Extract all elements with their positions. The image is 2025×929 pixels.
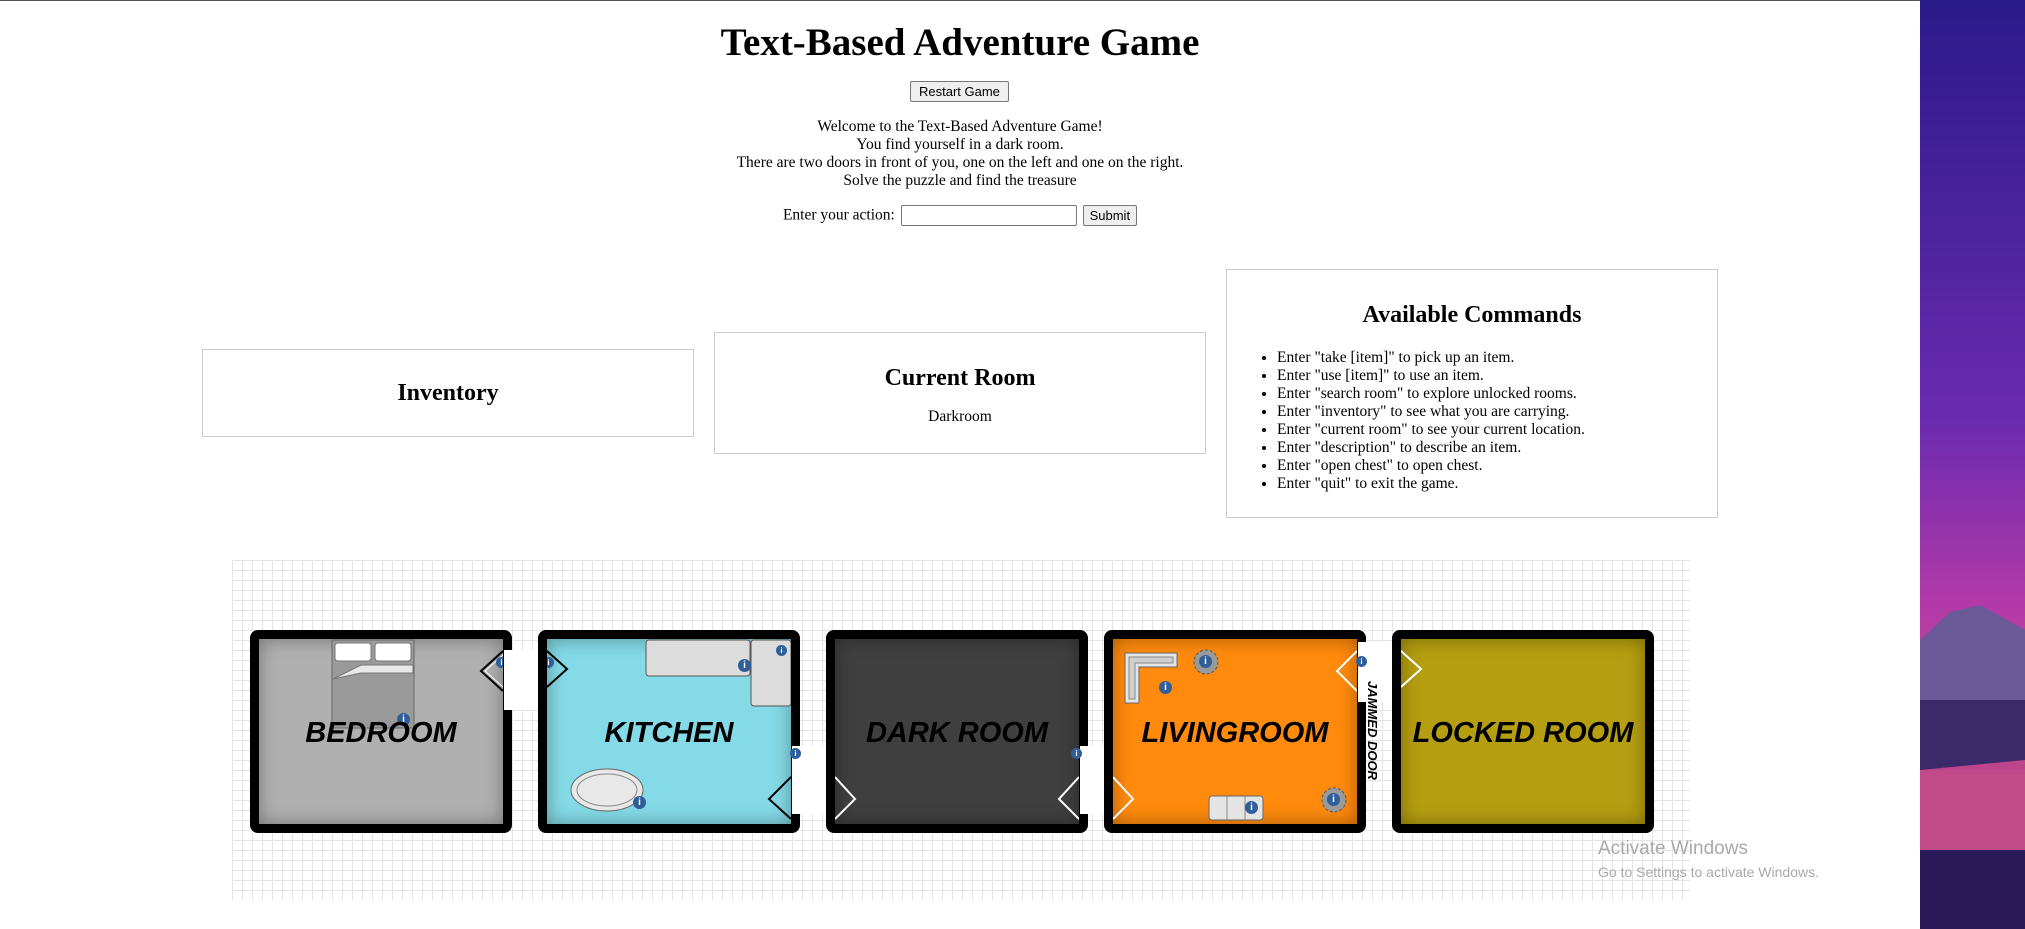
info-icon[interactable]: i <box>633 796 646 809</box>
info-icon[interactable]: i <box>738 659 751 672</box>
info-icon[interactable]: i <box>547 657 554 668</box>
room-label: DARK ROOM <box>865 717 1049 749</box>
door-swing-icon <box>547 650 569 688</box>
inventory-panel: Inventory <box>202 349 694 437</box>
command-item: Enter "inventory" to see what you are ca… <box>1277 403 1717 421</box>
door-swing-icon <box>479 650 503 692</box>
info-icon[interactable]: i <box>1245 801 1258 814</box>
room-livingroom[interactable]: i i i i LIVINGROOM <box>1104 630 1366 833</box>
watermark-subtitle: Go to Settings to activate Windows. <box>1598 864 1819 880</box>
room-label: LOCKED ROOM <box>1412 717 1634 749</box>
door-swing-icon <box>1335 650 1357 692</box>
inventory-title: Inventory <box>397 380 499 406</box>
room-label: LIVINGROOM <box>1141 717 1329 749</box>
restart-game-button[interactable]: Restart Game <box>910 81 1009 102</box>
intro-line: Solve the puzzle and find the treasure <box>843 172 1077 189</box>
activate-windows-watermark: Activate Windows Go to Settings to activ… <box>1598 838 1819 880</box>
page-title: Text-Based Adventure Game <box>720 21 1200 64</box>
top-border <box>0 0 1920 1</box>
info-icon[interactable]: i <box>1199 655 1212 668</box>
counter-icon <box>645 639 791 707</box>
submit-button[interactable]: Submit <box>1082 205 1138 226</box>
info-icon[interactable]: i <box>790 748 801 759</box>
command-item: Enter "use [item]" to use an item. <box>1277 367 1717 385</box>
info-icon[interactable]: i <box>776 645 787 656</box>
action-label: Enter your action: <box>782 206 895 224</box>
room-label: KITCHEN <box>604 717 734 749</box>
info-icon[interactable]: i <box>1327 793 1340 806</box>
action-form: Enter your action: Submit <box>0 205 1920 226</box>
commands-panel: Available Commands Enter "take [item]" t… <box>1226 269 1718 518</box>
intro-text: Welcome to the Text-Based Adventure Game… <box>0 118 1920 190</box>
command-item: Enter "search room" to explore unlocked … <box>1277 385 1717 403</box>
desktop-wallpaper <box>1920 0 2025 929</box>
info-icon[interactable]: i <box>1159 681 1172 694</box>
room-dark-room[interactable]: DARK ROOM <box>826 630 1088 833</box>
command-item: Enter "quit" to exit the game. <box>1277 475 1717 493</box>
room-kitchen[interactable]: i i i i KITCHEN <box>538 630 800 833</box>
watermark-title: Activate Windows <box>1598 838 1748 859</box>
intro-line: Welcome to the Text-Based Adventure Game… <box>817 118 1103 135</box>
command-item: Enter "description" to describe an item. <box>1277 439 1717 457</box>
door-swing-icon <box>767 776 791 820</box>
intro-line: There are two doors in front of you, one… <box>736 154 1184 171</box>
command-item: Enter "take [item]" to pick up an item. <box>1277 349 1717 367</box>
room-label: BEDROOM <box>305 717 457 749</box>
door-swing-icon <box>1057 776 1079 820</box>
current-room-value: Darkroom <box>928 408 992 425</box>
command-item: Enter "open chest" to open chest. <box>1277 457 1717 475</box>
jammed-door-label: JAMMED DOOR <box>1365 680 1380 780</box>
action-input[interactable] <box>900 205 1077 226</box>
door-swing-icon <box>1113 776 1135 820</box>
room-bedroom[interactable]: i i BEDROOM <box>250 630 512 833</box>
info-icon[interactable]: i <box>1071 748 1082 759</box>
info-icon[interactable]: i <box>1356 656 1367 667</box>
game-page: Text-Based Adventure Game Restart Game W… <box>0 0 1920 929</box>
command-item: Enter "current room" to see your current… <box>1277 421 1717 439</box>
room-locked-room[interactable]: LOCKED ROOM <box>1392 630 1654 833</box>
commands-list: Enter "take [item]" to pick up an item. … <box>1227 349 1717 493</box>
intro-line: You find yourself in a dark room. <box>856 136 1064 153</box>
current-room-panel: Current Room Darkroom <box>714 332 1206 454</box>
sofa-icon <box>1124 652 1178 704</box>
commands-title: Available Commands <box>1362 302 1582 328</box>
door-swing-icon <box>1401 650 1423 688</box>
door-swing-icon <box>835 776 857 820</box>
floor-plan-map: i i BEDROOM i i i i KITCHEN i DARK ROOM … <box>232 560 1690 900</box>
current-room-title: Current Room <box>884 365 1036 391</box>
